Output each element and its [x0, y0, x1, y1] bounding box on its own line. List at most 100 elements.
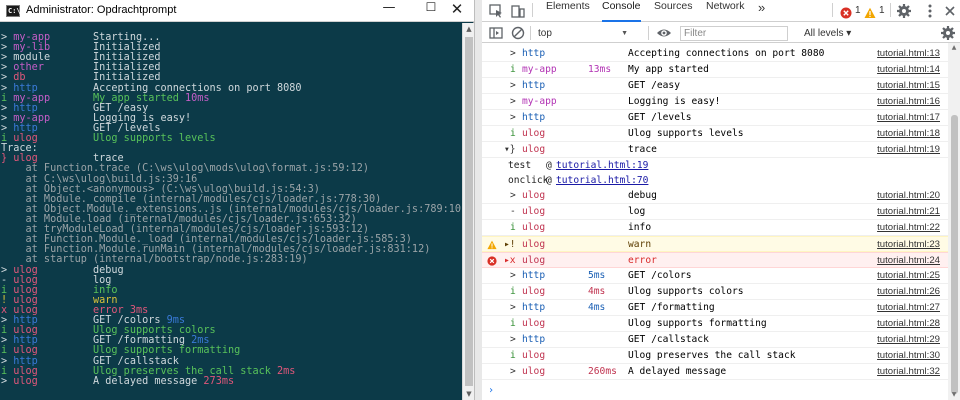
settings-gear-icon[interactable]: [896, 3, 912, 19]
scroll-up-icon[interactable]: ▲: [948, 43, 960, 53]
close-button[interactable]: ✕: [440, 0, 474, 22]
minimize-button[interactable]: —: [372, 0, 406, 22]
more-options-icon[interactable]: [922, 3, 938, 19]
source-link[interactable]: tutorial.html:20: [877, 188, 940, 204]
scroll-down-icon[interactable]: ▼: [948, 390, 960, 400]
console-row: > http GET /callstack tutorial.html:29: [482, 332, 948, 348]
source-link[interactable]: tutorial.html:14: [877, 62, 940, 78]
logger-name: ulog: [522, 190, 546, 201]
context-select[interactable]: top ▼: [534, 26, 634, 41]
live-expression-eye-icon[interactable]: [656, 25, 672, 41]
stack-source-link[interactable]: tutorial.html:70: [556, 173, 648, 188]
source-link[interactable]: tutorial.html:24: [877, 253, 940, 269]
terminal-line: at Function.Module._load (internal/modul…: [1, 234, 462, 245]
source-link[interactable]: tutorial.html:15: [877, 78, 940, 94]
log-levels-dropdown[interactable]: All levels ▾: [804, 26, 851, 41]
source-link[interactable]: tutorial.html:18: [877, 126, 940, 142]
terminal-line: i ulog Ulog supports formatting: [1, 345, 462, 356]
console-row: > http GET /levels tutorial.html:17: [482, 110, 948, 126]
log-message: GET /formatting: [628, 302, 715, 313]
console-row: > http 4ms GET /formatting tutorial.html:27: [482, 300, 948, 316]
log-message: error: [628, 255, 657, 266]
level-prefix: >: [510, 366, 516, 377]
warning-count[interactable]: 1: [879, 5, 885, 17]
tab-console[interactable]: Console: [602, 0, 641, 22]
error-count[interactable]: 1: [855, 5, 861, 17]
terminal-line: > my-app Starting...: [1, 32, 462, 43]
source-link[interactable]: tutorial.html:19: [877, 142, 940, 158]
source-link[interactable]: tutorial.html:26: [877, 284, 940, 300]
terminal-text: Ulog supports levels: [93, 133, 216, 145]
level-prefix: i: [510, 350, 516, 361]
log-message: debug: [628, 190, 657, 201]
warning-count-icon[interactable]: [864, 4, 876, 18]
inspect-element-icon[interactable]: [488, 3, 504, 19]
console-error-row[interactable]: ▸x ulog error tutorial.html:24: [482, 252, 948, 268]
terminal-title: Administrator: Opdrachtprompt: [26, 4, 177, 16]
source-link[interactable]: tutorial.html:28: [877, 316, 940, 332]
console-row[interactable]: ▾} ulog trace tutorial.html:19: [482, 142, 948, 158]
console-settings-gear-icon[interactable]: [940, 25, 956, 41]
error-count-icon[interactable]: [840, 4, 852, 19]
level-prefix: >: [510, 112, 516, 123]
logger-name: http: [522, 112, 546, 123]
log-message: GET /easy: [628, 80, 680, 91]
terminal-title-bar[interactable]: C:\ Administrator: Opdrachtprompt — ☐ ✕: [0, 0, 474, 22]
source-link[interactable]: tutorial.html:30: [877, 348, 940, 364]
console-messages[interactable]: > http Accepting connections on port 8080 t…: [482, 43, 948, 400]
terminal-text: A delayed message: [93, 375, 204, 387]
more-tabs-button[interactable]: »: [758, 0, 765, 22]
sidebar-toggle-icon[interactable]: [488, 25, 504, 41]
console-row: > my-app Logging is easy! tutorial.html:16: [482, 94, 948, 110]
source-link[interactable]: tutorial.html:21: [877, 204, 940, 220]
tab-sources[interactable]: Sources: [654, 0, 693, 22]
source-link[interactable]: tutorial.html:17: [877, 110, 940, 126]
elapsed-time: 13ms: [588, 64, 612, 75]
source-link[interactable]: tutorial.html:22: [877, 220, 940, 236]
source-link[interactable]: tutorial.html:13: [877, 46, 940, 62]
terminal-output[interactable]: > my-app Starting... > my-lib Initialized…: [0, 23, 462, 400]
logger-name: http: [522, 334, 546, 345]
logger-name: http: [522, 302, 546, 313]
terminal-scroll-thumb[interactable]: [465, 37, 473, 386]
console-toolbar: top ▼ All levels ▾: [482, 23, 960, 43]
tab-elements[interactable]: Elements: [546, 0, 590, 22]
level-prefix: i: [510, 286, 516, 297]
source-link[interactable]: tutorial.html:29: [877, 332, 940, 348]
source-link[interactable]: tutorial.html:25: [877, 268, 940, 284]
source-link[interactable]: tutorial.html:27: [877, 300, 940, 316]
terminal-line: - ulog log: [1, 275, 462, 286]
level-prefix: i: [510, 64, 516, 75]
console-scrollbar[interactable]: ▲ ▼: [948, 43, 960, 400]
stack-source-link[interactable]: tutorial.html:19: [556, 158, 648, 173]
terminal-line: at C:\ws\ulog\build.js:39:16: [1, 174, 462, 185]
log-message: Ulog supports formatting: [628, 318, 767, 329]
console-scroll-thumb[interactable]: [951, 115, 958, 394]
terminal-scrollbar[interactable]: ▲ ▼: [462, 23, 474, 400]
clear-console-icon[interactable]: [510, 25, 526, 41]
logger-name: ulog: [522, 366, 546, 377]
source-link[interactable]: tutorial.html:16: [877, 94, 940, 110]
console-warning-row[interactable]: ▸! ulog warn tutorial.html:23: [482, 236, 948, 252]
window-divider: [474, 0, 482, 400]
terminal-text: 10ms: [185, 92, 210, 104]
log-message: Ulog supports levels: [628, 128, 744, 139]
source-link[interactable]: tutorial.html:23: [877, 237, 940, 253]
prompt-caret-icon: ›: [488, 385, 495, 396]
level-prefix: -: [510, 206, 516, 217]
log-message: GET /callstack: [628, 334, 709, 345]
device-toolbar-icon[interactable]: [510, 3, 526, 19]
console-prompt[interactable]: ›: [482, 383, 948, 399]
console-row: - ulog log tutorial.html:21: [482, 204, 948, 220]
filter-input[interactable]: [680, 26, 788, 41]
terminal-line: at Function.Module.runMain (internal/mod…: [1, 244, 462, 255]
level-prefix: i: [510, 222, 516, 233]
source-link[interactable]: tutorial.html:32: [877, 364, 940, 380]
level-prefix: >: [510, 302, 516, 313]
logger-name: ulog: [522, 144, 546, 155]
tab-network[interactable]: Network: [706, 0, 745, 22]
terminal-app-icon: C:\: [6, 5, 21, 17]
logger-name: ulog: [522, 222, 546, 233]
close-devtools-icon[interactable]: [942, 3, 958, 19]
elapsed-time: 260ms: [588, 366, 617, 377]
